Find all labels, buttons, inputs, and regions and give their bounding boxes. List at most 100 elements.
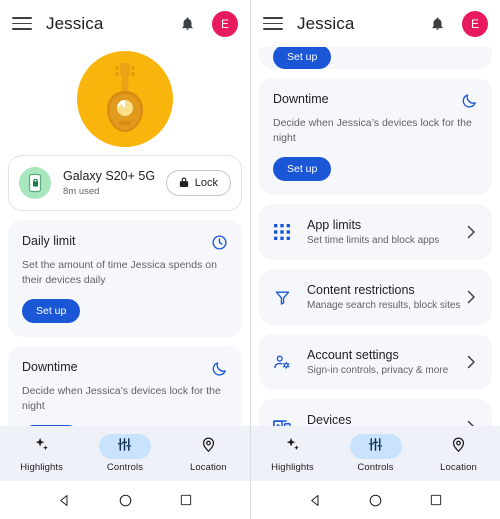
card-header: Downtime (22, 359, 228, 377)
chevron-right-icon (464, 420, 478, 426)
card-description: Set the amount of time Jessica spends on… (22, 259, 217, 286)
card-description: Decide when Jessica’s devices lock for t… (273, 117, 472, 144)
chevron-right-icon (464, 355, 478, 369)
sparkle-icon (284, 436, 301, 458)
card-header: Daily limit (22, 233, 228, 251)
app-bar: Jessica E (251, 0, 500, 47)
card-title: Downtime (273, 92, 329, 106)
apps-grid-icon (271, 221, 293, 243)
system-navigation-bar (251, 481, 500, 519)
device-name: Galaxy S20+ 5G (63, 168, 156, 183)
nav-item-location[interactable]: Location (167, 434, 250, 473)
device-card[interactable]: Galaxy S20+ 5G 8m used Lock (8, 155, 242, 211)
back-triangle-icon[interactable] (57, 493, 72, 508)
card-title: Daily limit (22, 234, 76, 248)
lock-button-label: Lock (194, 177, 218, 189)
left-phone-panel: Jessica E Galaxy S20+ 5G 8m used Lock Da… (0, 0, 250, 519)
clock-icon (210, 233, 228, 251)
home-circle-icon[interactable] (368, 493, 383, 508)
list-item-title: App limits (307, 217, 362, 232)
bottom-navigation: Highlights Controls Location (251, 426, 500, 481)
list-item-subtitle: Sign-in controls, privacy & more (307, 364, 449, 376)
avatar[interactable]: E (212, 10, 238, 37)
nav-item-controls[interactable]: Controls (83, 434, 166, 473)
nav-pill-active (349, 434, 402, 459)
nav-item-location[interactable]: Location (417, 434, 500, 473)
setup-button[interactable]: Set up (273, 47, 332, 69)
account-settings-icon (271, 351, 293, 373)
hamburger-menu-icon[interactable] (263, 14, 283, 34)
devices-icon (271, 416, 293, 426)
sliders-icon (116, 436, 133, 458)
dual-panel-screenshot: Jessica E Galaxy S20+ 5G 8m used Lock Da… (0, 0, 500, 519)
list-item-text: Account settings Sign-in controls, priva… (307, 347, 464, 378)
list-item-account-settings[interactable]: Account settings Sign-in controls, priva… (259, 334, 492, 390)
list-item-title: Content restrictions (307, 282, 415, 297)
phone-lock-icon (19, 167, 51, 199)
list-item-text: App limits Set time limits and block app… (307, 217, 464, 248)
recents-square-icon[interactable] (429, 493, 443, 507)
chevron-right-icon (464, 225, 478, 239)
card-description: Decide when Jessica’s devices lock for t… (22, 385, 221, 412)
guitar-illustration (77, 51, 173, 147)
nav-pill-active (98, 434, 151, 459)
nav-item-controls[interactable]: Controls (334, 434, 417, 473)
setup-button[interactable]: Set up (22, 425, 81, 426)
nav-label-controls: Controls (357, 462, 394, 473)
right-scroll-body[interactable]: Set up Downtime Decide when Jessica’s de… (251, 47, 500, 426)
list-item-title: Devices (307, 412, 352, 427)
sliders-icon (367, 436, 384, 458)
filter-funnel-icon (271, 286, 293, 308)
bottom-navigation: Highlights Controls Location (0, 426, 250, 481)
list-item-text: Content restrictions Manage search resul… (307, 282, 464, 313)
list-item-text: Devices Battery life, ring device & more (307, 412, 464, 427)
system-navigation-bar (0, 481, 250, 519)
list-item-content-restrictions[interactable]: Content restrictions Manage search resul… (259, 269, 492, 325)
nav-label-controls: Controls (106, 462, 144, 473)
nav-label-highlights: Highlights (271, 462, 314, 473)
nav-label-location: Location (189, 462, 227, 473)
chevron-right-icon (464, 290, 478, 304)
list-item-title: Account settings (307, 347, 399, 362)
hamburger-menu-icon[interactable] (12, 14, 32, 34)
moon-icon (460, 91, 478, 109)
left-scroll-body[interactable]: Galaxy S20+ 5G 8m used Lock Daily limit … (0, 47, 250, 426)
list-item-app-limits[interactable]: App limits Set time limits and block app… (259, 204, 492, 260)
location-pin-icon (200, 436, 217, 458)
list-item-subtitle: Manage search results, block sites (307, 299, 461, 311)
padlock-icon (179, 176, 189, 191)
setup-button[interactable]: Set up (22, 299, 81, 323)
recents-square-icon[interactable] (179, 493, 193, 507)
nav-item-highlights[interactable]: Highlights (0, 434, 83, 473)
card-header: Downtime (273, 91, 478, 109)
page-title: Jessica (46, 13, 104, 33)
child-hero-illustration (0, 47, 250, 151)
back-triangle-icon[interactable] (308, 493, 323, 508)
right-phone-panel: Jessica E Set up Downtime Decide when Je… (250, 0, 500, 519)
nav-pill (182, 434, 234, 459)
location-pin-icon (450, 436, 467, 458)
moon-icon (210, 359, 228, 377)
device-text: Galaxy S20+ 5G 8m used (63, 169, 166, 198)
home-circle-icon[interactable] (118, 493, 133, 508)
avatar[interactable]: E (462, 10, 488, 37)
notification-bell-icon[interactable] (176, 13, 198, 35)
nav-item-highlights[interactable]: Highlights (251, 434, 334, 473)
nav-pill (267, 434, 319, 459)
list-item-subtitle: Set time limits and block apps (307, 234, 440, 246)
setup-button[interactable]: Set up (273, 157, 332, 181)
page-title: Jessica (297, 13, 355, 33)
notification-bell-icon[interactable] (426, 13, 448, 35)
list-item-devices[interactable]: Devices Battery life, ring device & more (259, 399, 492, 426)
card-downtime[interactable]: Downtime Decide when Jessica’s devices l… (259, 78, 492, 195)
device-usage: 8m used (63, 185, 100, 197)
nav-label-highlights: Highlights (20, 462, 64, 473)
card-partial-scrolled[interactable]: Set up (259, 47, 492, 69)
nav-pill (16, 434, 68, 459)
card-downtime[interactable]: Downtime Decide when Jessica’s devices l… (8, 346, 242, 426)
card-daily-limit[interactable]: Daily limit Set the amount of time Jessi… (8, 220, 242, 337)
nav-pill (433, 434, 485, 459)
card-title: Downtime (22, 360, 78, 374)
lock-button[interactable]: Lock (165, 170, 231, 196)
sparkle-icon (33, 436, 50, 458)
